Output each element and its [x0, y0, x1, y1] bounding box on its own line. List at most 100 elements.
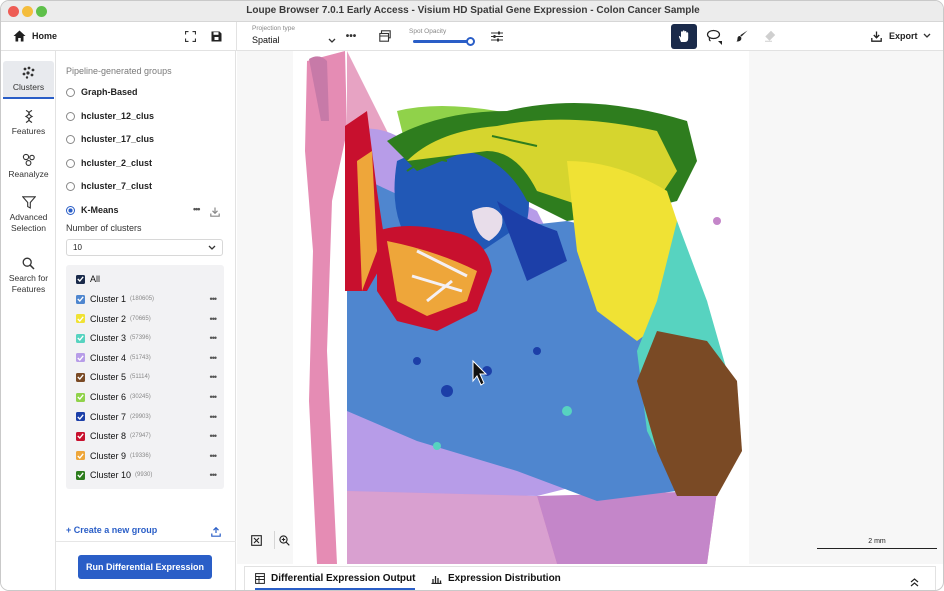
cluster-row[interactable]: Cluster 7 (29903) •••: [76, 411, 218, 422]
cluster-checkbox[interactable]: [76, 333, 85, 343]
rail-reanalyze[interactable]: Reanalyze: [1, 153, 56, 180]
export-label: Export: [889, 31, 918, 41]
cluster-row[interactable]: Cluster 9 (19336) •••: [76, 451, 218, 461]
radio-selected[interactable]: [66, 205, 75, 215]
rail-advanced-selection[interactable]: Advanced Selection: [1, 196, 56, 234]
cluster-row[interactable]: Cluster 8 (27947) •••: [76, 431, 218, 441]
cluster-row[interactable]: Cluster 6 (30245) •••: [76, 392, 218, 402]
group-option-graph-based[interactable]: Graph-Based: [66, 87, 138, 97]
eraser-icon: [765, 30, 776, 42]
cluster-count: (30245): [130, 394, 151, 400]
cluster-row[interactable]: Cluster 5 (51114) •••: [76, 372, 218, 382]
layers-button[interactable]: [378, 29, 392, 43]
fit-view-icon: [251, 535, 262, 546]
expand-panel-button[interactable]: [910, 574, 919, 590]
cluster-more-icon[interactable]: •••: [210, 353, 218, 363]
check-icon: [77, 276, 84, 282]
chevron-down-icon: [328, 38, 336, 43]
radio[interactable]: [66, 111, 75, 121]
save-icon: [211, 31, 221, 41]
settings-sliders-button[interactable]: [490, 29, 504, 43]
all-label: All: [90, 274, 101, 284]
cluster-row[interactable]: Cluster 3 (57396) •••: [76, 333, 218, 343]
group-option-hcluster-7[interactable]: hcluster_7_clust: [66, 181, 152, 191]
rail-label: Features: [11, 126, 46, 136]
cluster-checkbox[interactable]: [76, 353, 85, 363]
group-more-icon[interactable]: •••: [193, 204, 201, 214]
fullscreen-button[interactable]: [183, 29, 197, 43]
cluster-checkbox[interactable]: [76, 470, 85, 480]
tissue-image: [293, 51, 749, 564]
rail-features[interactable]: Features: [1, 110, 56, 137]
cluster-more-icon[interactable]: •••: [210, 451, 218, 461]
cluster-checkbox[interactable]: [76, 451, 85, 461]
num-clusters-select[interactable]: 10: [66, 239, 223, 256]
check-icon: [77, 355, 84, 361]
spatial-view[interactable]: 2 mm: [237, 51, 943, 564]
cluster-checkbox[interactable]: [76, 431, 85, 441]
cluster-more-icon[interactable]: •••: [210, 294, 218, 304]
cluster-name: Cluster 7: [90, 411, 127, 422]
cluster-more-icon[interactable]: •••: [210, 314, 218, 324]
fit-view-button[interactable]: [249, 533, 264, 548]
pan-tool-button[interactable]: [671, 24, 697, 49]
projection-type-select[interactable]: Spatial: [252, 35, 336, 45]
group-download-button[interactable]: [210, 204, 220, 222]
cluster-checkbox[interactable]: [76, 392, 85, 402]
title-bar: Loupe Browser 7.0.1 Early Access - Visiu…: [1, 1, 943, 22]
spot-opacity-slider[interactable]: [413, 37, 475, 46]
export-button[interactable]: Export: [871, 29, 931, 43]
tab-label: Differential Expression Output: [271, 573, 416, 584]
home-button[interactable]: Home: [13, 29, 57, 43]
cluster-count: (70665): [130, 315, 151, 322]
brush-tool-button[interactable]: [735, 29, 749, 43]
cluster-row[interactable]: Cluster 4 (51743) •••: [76, 353, 218, 363]
cluster-checkbox[interactable]: [76, 314, 85, 324]
home-icon: [13, 30, 26, 42]
cluster-more-icon[interactable]: •••: [210, 392, 218, 402]
zoom-button[interactable]: [277, 533, 292, 548]
radio[interactable]: [66, 158, 75, 168]
create-group-link[interactable]: + Create a new group: [66, 525, 157, 535]
cluster-row[interactable]: Cluster 1 (180605) •••: [76, 294, 218, 304]
group-option-hcluster-2[interactable]: hcluster_2_clust: [66, 158, 152, 168]
group-option-hcluster-17[interactable]: hcluster_17_clus: [66, 134, 154, 144]
cluster-count: (51114): [130, 374, 150, 381]
cluster-checkbox[interactable]: [76, 412, 85, 422]
run-differential-expression-button[interactable]: Run Differential Expression: [78, 555, 212, 579]
cluster-all-row[interactable]: All: [76, 274, 216, 284]
eraser-tool-button[interactable]: [763, 29, 777, 43]
projection-type-label: Projection type: [252, 25, 295, 32]
check-icon: [77, 374, 84, 381]
group-option-hcluster-12[interactable]: hcluster_12_clus: [66, 111, 154, 121]
lasso-tool-button[interactable]: [705, 28, 723, 46]
group-option-k-means[interactable]: K-Means: [66, 205, 119, 215]
rail-clusters[interactable]: Clusters: [1, 66, 56, 93]
tab-expression-distribution[interactable]: Expression Distribution: [431, 567, 561, 590]
cluster-more-icon[interactable]: •••: [210, 431, 218, 441]
rail-search-features[interactable]: Search for Features: [1, 257, 56, 295]
cluster-more-icon[interactable]: •••: [210, 412, 218, 422]
cluster-more-icon[interactable]: •••: [210, 333, 218, 343]
cluster-count: (180605): [130, 296, 155, 302]
upload-group-button[interactable]: [211, 524, 221, 542]
cluster-row[interactable]: Cluster 10 (9930) •••: [76, 470, 218, 481]
group-label: K-Means: [81, 205, 119, 215]
tab-differential-expression-output[interactable]: Differential Expression Output: [255, 567, 415, 590]
cluster-name: Cluster 10: [90, 470, 132, 481]
radio[interactable]: [66, 134, 75, 144]
radio[interactable]: [66, 87, 75, 97]
toolbar: Home Projection type Spatial ••• Spot Op…: [1, 22, 943, 51]
more-options-icon[interactable]: •••: [345, 30, 357, 42]
checkbox-all[interactable]: [76, 274, 85, 284]
cluster-row[interactable]: Cluster 2 (70665) •••: [76, 314, 218, 324]
cluster-more-icon[interactable]: •••: [210, 470, 218, 480]
cluster-more-icon[interactable]: •••: [210, 372, 218, 382]
cluster-checkbox[interactable]: [76, 372, 85, 382]
cluster-checkbox[interactable]: [76, 294, 85, 304]
radio[interactable]: [66, 181, 75, 191]
slider-handle[interactable]: [465, 37, 475, 46]
cluster-count: (57396): [130, 335, 151, 342]
home-label: Home: [32, 31, 58, 41]
save-button[interactable]: [209, 29, 223, 43]
